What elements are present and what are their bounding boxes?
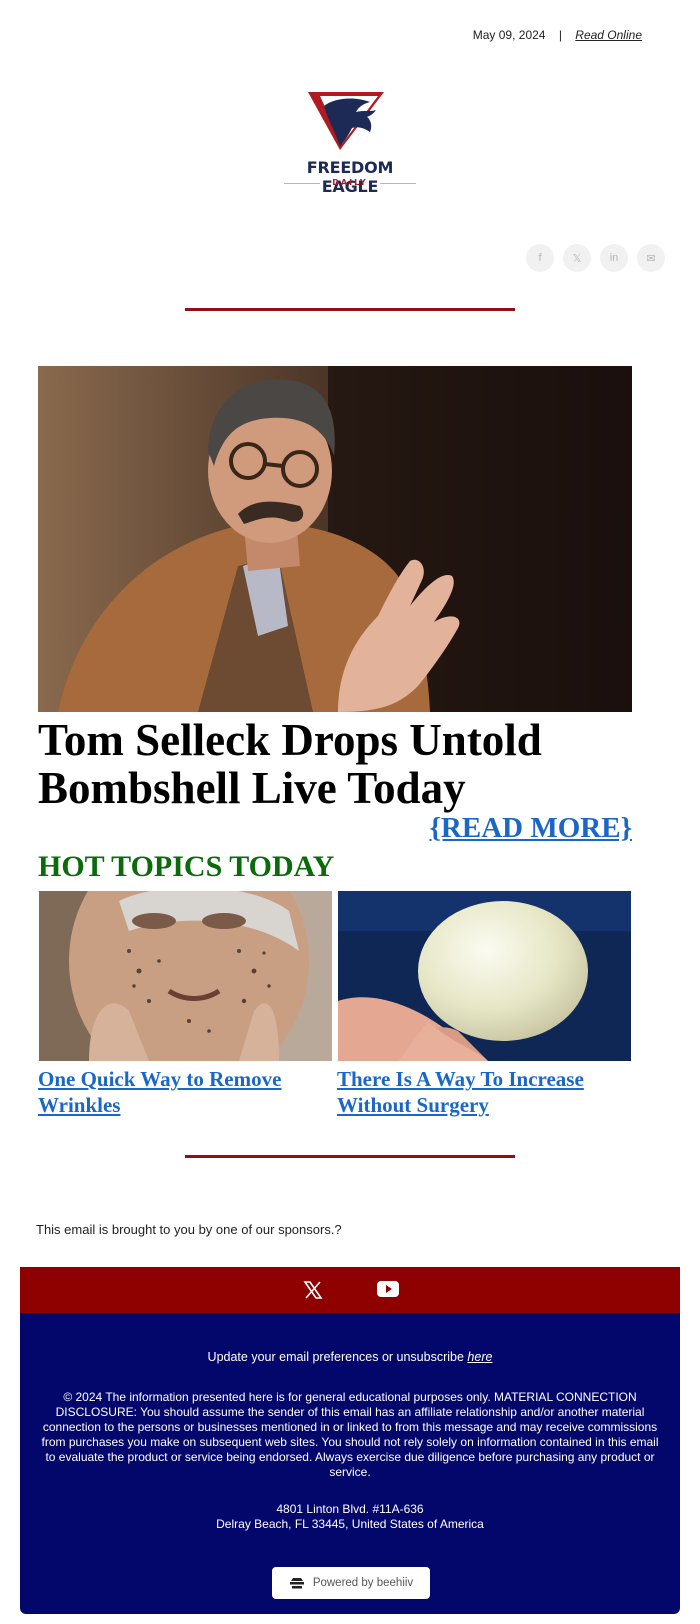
x-icon[interactable]: 𝕏: [563, 244, 591, 272]
topic-link-increase[interactable]: There Is A Way To Increase Without Surge…: [337, 1066, 633, 1118]
linkedin-icon[interactable]: in: [600, 244, 628, 272]
beehiiv-icon: [289, 1578, 304, 1589]
logo-name: FREEDOM EAGLE: [306, 158, 394, 196]
freedom-eagle-logo[interactable]: FREEDOM EAGLE DAILY: [278, 88, 422, 196]
divider-bottom: [185, 1155, 515, 1158]
footer-social-bar: [20, 1267, 680, 1313]
header-date-row: May 09, 2024 | Read Online: [473, 28, 642, 42]
email-icon[interactable]: ✉: [637, 244, 665, 272]
footer-body: Update your email preferences or unsubsc…: [20, 1313, 680, 1614]
divider-top: [185, 308, 515, 311]
separator: |: [558, 28, 562, 42]
facebook-icon[interactable]: f: [526, 244, 554, 272]
social-share-row: f 𝕏 in ✉: [526, 244, 665, 272]
topic-image-wrinkles[interactable]: [39, 891, 332, 1061]
legal-disclaimer: © 2024 The information presented here is…: [41, 1390, 659, 1479]
preferences-line: Update your email preferences or unsubsc…: [20, 1350, 680, 1364]
read-more-link[interactable]: {READ MORE}: [430, 812, 633, 845]
mailing-address: 4801 Linton Blvd. #11A-636 Delray Beach,…: [20, 1502, 680, 1532]
hero-image[interactable]: [38, 366, 632, 712]
eagle-icon: [308, 92, 384, 150]
logo-rule-right: [380, 183, 416, 184]
topic-link-wrinkles[interactable]: One Quick Way to Remove Wrinkles: [38, 1066, 334, 1118]
issue-date: May 09, 2024: [472, 28, 546, 42]
unsubscribe-link[interactable]: here: [467, 1350, 492, 1364]
powered-by-text: Powered by beehiiv: [312, 1577, 414, 1589]
address-line-2: Delray Beach, FL 33445, United States of…: [216, 1517, 484, 1531]
youtube-icon[interactable]: [377, 1281, 399, 1297]
topic-image-egg[interactable]: [338, 891, 631, 1061]
x-icon[interactable]: [303, 1280, 323, 1300]
read-online-link[interactable]: Read Online: [575, 28, 642, 42]
sponsor-note: This email is brought to you by one of o…: [36, 1222, 342, 1237]
address-line-1: 4801 Linton Blvd. #11A-636: [276, 1502, 424, 1516]
powered-by-beehiiv-badge[interactable]: Powered by beehiiv: [272, 1567, 430, 1599]
hero-headline[interactable]: Tom Selleck Drops Untold Bombshell Live …: [38, 716, 638, 812]
hot-topics-heading: HOT TOPICS TODAY: [38, 850, 335, 883]
preferences-text: Update your email preferences or unsubsc…: [207, 1350, 464, 1364]
